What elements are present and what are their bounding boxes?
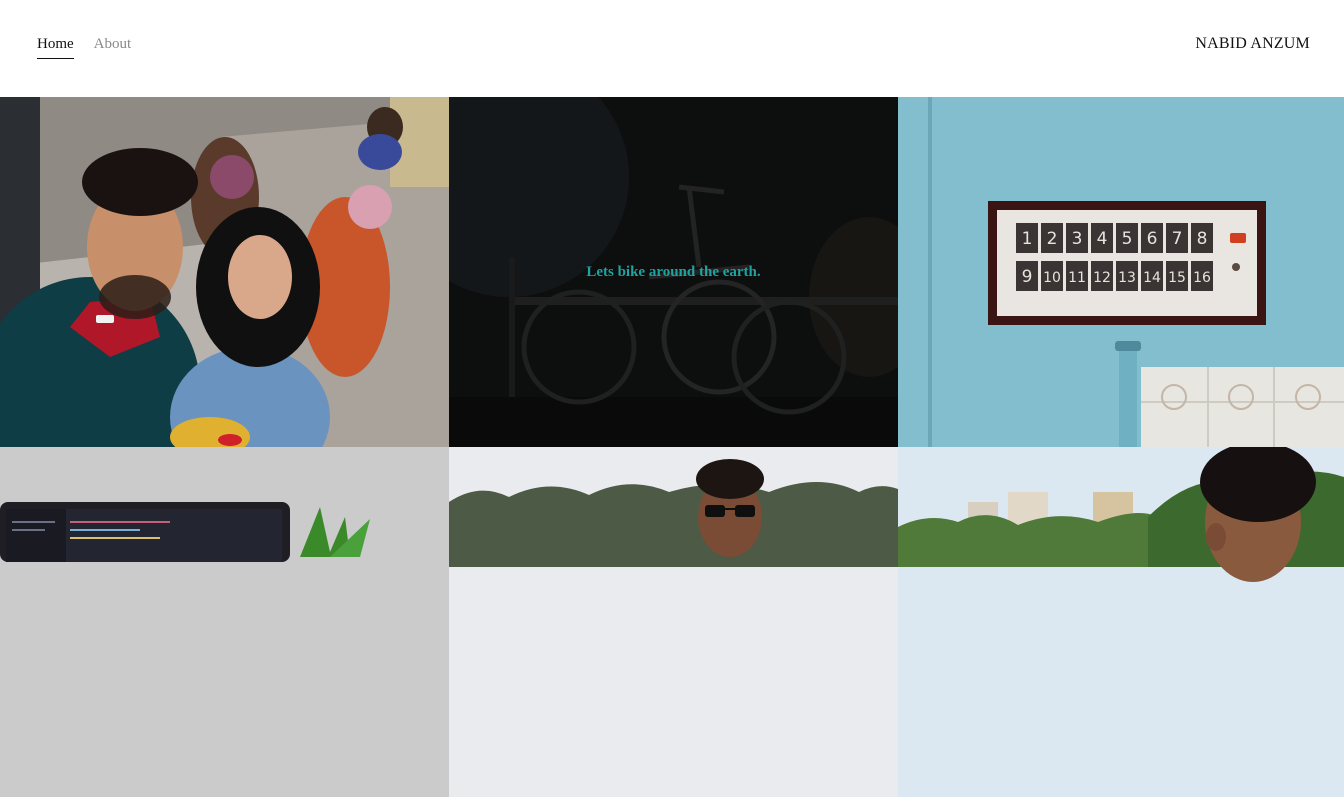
gallery-tile-portrait-sunglasses[interactable] xyxy=(449,447,898,797)
number-key-label: 11 xyxy=(1068,270,1086,286)
laptop-photo xyxy=(0,447,449,797)
number-key-label: 2 xyxy=(1047,229,1058,249)
number-key-label: 12 xyxy=(1093,270,1111,286)
number-key-label: 7 xyxy=(1172,229,1183,249)
nav-home-link[interactable]: Home xyxy=(37,35,74,59)
nav-about-link[interactable]: About xyxy=(94,35,132,59)
number-key-label: 16 xyxy=(1193,270,1211,286)
gallery-tile-portrait-city[interactable] xyxy=(898,447,1344,797)
number-key-label: 1 xyxy=(1022,229,1033,249)
number-key-label: 14 xyxy=(1143,270,1161,286)
selfie-photo xyxy=(0,97,449,447)
gallery-tile-laptop[interactable] xyxy=(0,447,449,797)
number-key-label: 9 xyxy=(1022,267,1033,287)
bicycle-caption: Lets bike around the earth. xyxy=(586,263,761,280)
photo-gallery: Lets bike around the earth. 1 2 3 4 5 6 7 8 9 10 1… xyxy=(0,97,1344,797)
number-key-label: 6 xyxy=(1147,229,1158,249)
site-brand-name[interactable]: NABID ANZUM xyxy=(1195,35,1310,53)
number-panel-photo: 1 2 3 4 5 6 7 89 10 11 12 13 14 15 16 xyxy=(898,97,1344,447)
gallery-tile-selfie[interactable] xyxy=(0,97,449,447)
number-key-label: 15 xyxy=(1168,270,1186,286)
main-nav: Home About xyxy=(37,35,131,59)
number-key-label: 5 xyxy=(1122,229,1133,249)
number-key-label: 3 xyxy=(1072,229,1083,249)
gallery-tile-bicycle[interactable]: Lets bike around the earth. xyxy=(449,97,898,447)
portrait-sunglasses-photo xyxy=(449,447,898,797)
number-key-label: 13 xyxy=(1118,270,1136,286)
number-key-label: 10 xyxy=(1043,270,1061,286)
number-key-label: 8 xyxy=(1197,229,1208,249)
number-key-label: 4 xyxy=(1097,229,1108,249)
gallery-tile-number-panel[interactable]: 1 2 3 4 5 6 7 8 9 10 11 12 13 14 15 16 xyxy=(898,97,1344,447)
portrait-city-photo xyxy=(898,447,1344,797)
site-header: Home About NABID ANZUM xyxy=(0,0,1344,97)
